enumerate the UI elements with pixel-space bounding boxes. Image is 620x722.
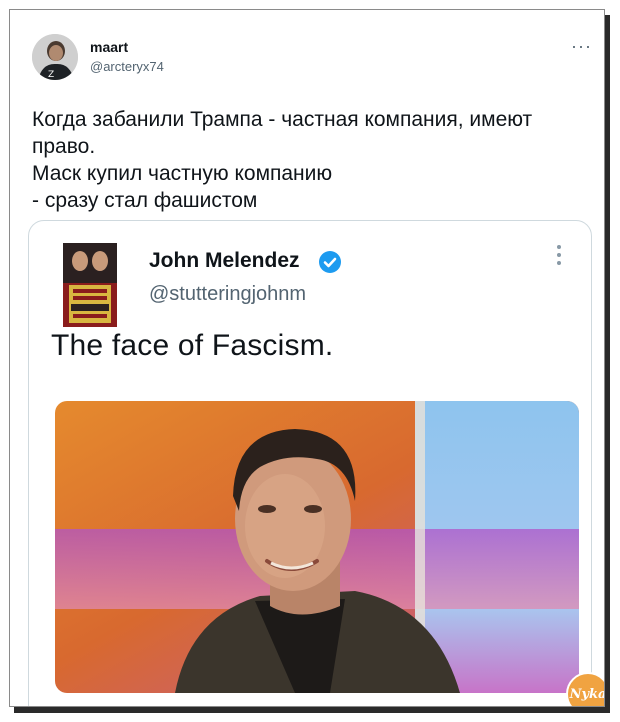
quoted-tweet[interactable]: John Melendez @stutteringjohnm The face …	[28, 220, 592, 706]
author-handle[interactable]: @arcteryx74	[90, 59, 164, 74]
site-watermark-logo: Nyka	[566, 672, 604, 706]
quoted-tweet-text: The face of Fascism.	[51, 329, 334, 362]
more-options-icon[interactable]: ···	[571, 36, 592, 57]
tweet-text-line: - сразу стал фашистом	[32, 189, 258, 212]
tweet-header: Z maart @arcteryx74 ···	[32, 34, 592, 90]
avatar[interactable]: Z	[32, 34, 78, 80]
tweet-text-line: Маск купил частную компанию	[32, 162, 333, 185]
avatar-image: Z	[32, 34, 78, 80]
quoted-author-name[interactable]: John Melendez	[149, 249, 300, 273]
tweet-text-line: право.	[32, 135, 96, 158]
tweet-text-line: Когда забанили Трампа - частная компания…	[32, 108, 533, 131]
photo-portrait	[55, 401, 579, 693]
author-name[interactable]: maart	[90, 39, 128, 55]
book-cover-image	[63, 243, 117, 327]
quoted-more-options-icon[interactable]	[557, 245, 563, 269]
verified-badge-icon	[319, 251, 341, 273]
svg-text:Z: Z	[48, 70, 54, 80]
tweet-text: Когда забанили Трампа - частная компания…	[32, 106, 597, 214]
quoted-photo[interactable]	[55, 401, 579, 693]
quoted-author-handle[interactable]: @stutteringjohnm	[149, 283, 306, 306]
quoted-avatar[interactable]	[63, 243, 117, 327]
screenshot-frame: Z maart @arcteryx74 ··· Когда забанили Т…	[9, 9, 605, 707]
